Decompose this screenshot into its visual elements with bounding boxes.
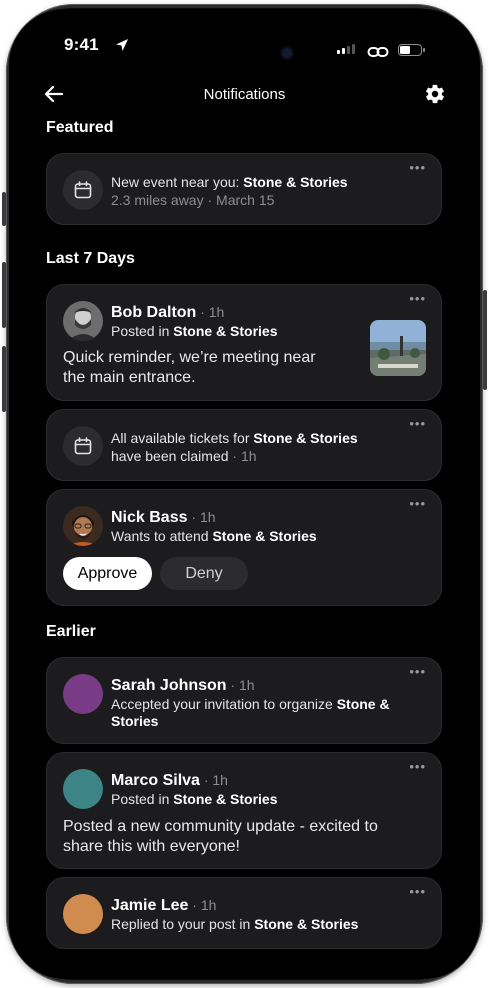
section-last-7-days: Last 7 Days <box>46 250 135 267</box>
more-options-icon[interactable]: ••• <box>409 292 426 305</box>
event-name[interactable]: Stone & Stories <box>253 430 357 446</box>
post-body: Quick reminder, we’re meeting near the ma… <box>63 349 316 386</box>
event-name[interactable]: Stories <box>111 713 158 729</box>
event-name[interactable]: Stone & <box>337 696 390 712</box>
dynamic-island <box>176 31 296 67</box>
personal-hotspot-icon <box>367 47 389 57</box>
jamie-header: Jamie Lee · 1h <box>111 897 217 914</box>
more-options-icon[interactable]: ••• <box>409 885 426 898</box>
more-options-icon[interactable]: ••• <box>409 760 426 773</box>
approve-button[interactable]: Approve <box>63 557 152 590</box>
more-options-icon[interactable]: ••• <box>409 497 426 510</box>
featured-event-card[interactable]: New event near you: Stone & Stories 2.3 … <box>46 153 442 225</box>
status-time: 9:41 <box>64 35 99 54</box>
sarah-text-line1: Accepted your invitation to organize Sto… <box>111 696 390 712</box>
nick-request-text: Wants to attend Stone & Stories <box>111 528 317 544</box>
user-name[interactable]: Sarah Johnson <box>111 677 227 694</box>
event-name[interactable]: Stone & Stories <box>254 916 358 932</box>
user-name[interactable]: Jamie Lee <box>111 897 188 914</box>
calendar-icon <box>63 170 103 210</box>
bob-dalton-post-card[interactable]: Bob Dalton · 1h Posted in Stone & Storie… <box>46 284 442 401</box>
attend-request-card[interactable]: Nick Bass · 1h Wants to attend Stone & S… <box>46 489 442 606</box>
avatar[interactable] <box>63 674 103 714</box>
user-name[interactable]: Bob Dalton <box>111 304 196 321</box>
marco-header: Marco Silva · 1h <box>111 772 228 789</box>
featured-event-text: New event near you: Stone & Stories <box>111 174 348 190</box>
event-name[interactable]: Stone & Stories <box>212 528 316 544</box>
gear-icon[interactable] <box>424 83 446 105</box>
bob-posted-in: Posted in Stone & Stories <box>111 323 278 339</box>
marco-posted-in: Posted in Stone & Stories <box>111 791 278 807</box>
avatar[interactable] <box>63 506 103 546</box>
calendar-icon <box>63 426 103 466</box>
volume-down-button <box>2 346 6 412</box>
page-title: Notifications <box>203 86 286 103</box>
location-arrow-icon <box>116 39 128 51</box>
section-earlier: Earlier <box>46 623 96 640</box>
cellular-signal-icon <box>337 44 355 54</box>
tickets-text-line1: All available tickets for Stone & Storie… <box>111 430 358 446</box>
avatar[interactable] <box>63 769 103 809</box>
section-featured: Featured <box>46 119 114 136</box>
post-thumbnail-image[interactable] <box>370 320 426 376</box>
user-name[interactable]: Nick Bass <box>111 509 188 526</box>
battery-icon <box>398 44 425 56</box>
more-options-icon[interactable]: ••• <box>409 161 426 174</box>
power-button <box>483 290 487 390</box>
nick-header: Nick Bass · 1h <box>111 509 216 526</box>
sarah-header: Sarah Johnson · 1h <box>111 677 255 694</box>
camera-icon <box>282 48 292 58</box>
post-body: Posted a new community update - excited … <box>63 818 378 855</box>
more-options-icon[interactable]: ••• <box>409 417 426 430</box>
tickets-text-line2: have been claimed · 1h <box>111 448 257 464</box>
deny-button[interactable]: Deny <box>160 557 248 590</box>
marco-silva-post-card[interactable]: Marco Silva · 1h Posted in Stone & Stori… <box>46 752 442 869</box>
action-button <box>2 192 6 226</box>
user-name[interactable]: Marco Silva <box>111 772 200 789</box>
event-name[interactable]: Stone & Stories <box>243 174 347 190</box>
featured-event-meta: 2.3 miles away · March 15 <box>111 192 275 208</box>
event-name[interactable]: Stone & Stories <box>173 323 277 339</box>
invitation-accepted-card[interactable]: Sarah Johnson · 1h Accepted your invitat… <box>46 657 442 744</box>
sarah-text-line2: Stories <box>111 712 158 730</box>
avatar[interactable] <box>63 894 103 934</box>
event-name[interactable]: Stone & Stories <box>173 791 277 807</box>
avatar[interactable] <box>63 301 103 341</box>
more-options-icon[interactable]: ••• <box>409 665 426 678</box>
volume-up-button <box>2 262 6 328</box>
reply-card[interactable]: Jamie Lee · 1h Replied to your post in S… <box>46 877 442 949</box>
jamie-reply-text: Replied to your post in Stone & Stories <box>111 916 359 932</box>
tickets-claimed-card[interactable]: All available tickets for Stone & Storie… <box>46 409 442 481</box>
bob-header: Bob Dalton · 1h <box>111 304 225 321</box>
